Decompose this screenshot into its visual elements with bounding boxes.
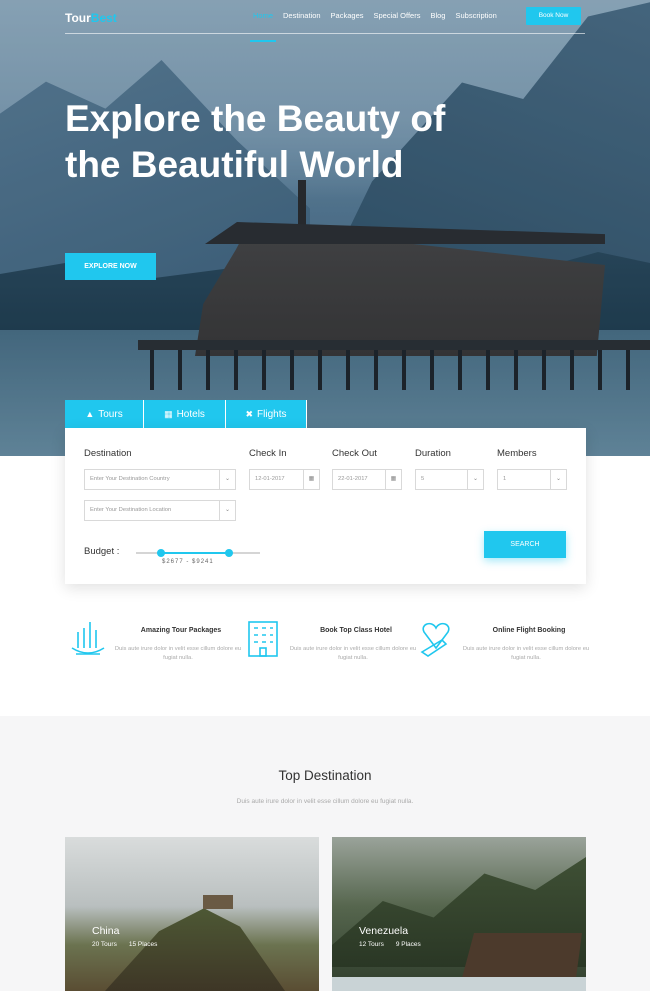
destination-tours: 20 Tours <box>92 941 117 948</box>
feature-title: Book Top Class Hotel <box>320 627 392 634</box>
site-logo[interactable]: TourBest <box>65 11 117 25</box>
budget-slider[interactable] <box>136 549 260 557</box>
members-select[interactable]: 1 ⌄ <box>497 469 567 490</box>
feature-title: Amazing Tour Packages <box>140 627 222 634</box>
destination-meta: 20 Tours 15 Places <box>92 941 169 948</box>
menu-item-destination[interactable]: Destination <box>278 6 326 34</box>
tab-flights-label: Flights <box>257 408 287 420</box>
destination-location-select[interactable]: Enter Your Destination Location ⌄ <box>84 500 236 521</box>
tab-hotels[interactable]: ▦ Hotels <box>144 400 226 428</box>
explore-now-button[interactable]: EXPLORE NOW <box>65 253 156 280</box>
feature-description: Duis aute irure dolor in velit esse cill… <box>289 646 417 661</box>
checkout-date-field[interactable]: 22-01-2017 ▦ <box>332 469 402 490</box>
menu-item-subscription[interactable]: Subscription <box>450 6 501 34</box>
duration-select[interactable]: 5 ⌄ <box>415 469 484 490</box>
top-destination-section: Top Destination Duis aute irure dolor in… <box>0 716 650 991</box>
tree-icon: ▲ <box>85 409 95 419</box>
destination-country-placeholder: Enter Your Destination Country <box>90 476 170 482</box>
menu-item-home[interactable]: Home <box>248 6 278 42</box>
calendar-icon: ▦ <box>385 470 401 489</box>
destination-meta: 12 Tours 9 Places <box>359 941 433 948</box>
card-image-fort <box>203 895 233 909</box>
feature-title: Online Flight Booking <box>492 627 566 634</box>
duration-value: 5 <box>421 476 425 482</box>
duration-label: Duration <box>415 448 451 459</box>
hotel-icon <box>248 621 278 657</box>
feature-flight-booking: Online Flight Booking Duis aute irure do… <box>416 618 596 668</box>
destination-card-venezuela[interactable]: Venezuela 12 Tours 9 Places <box>332 837 586 991</box>
destination-places: 15 Places <box>128 941 158 948</box>
building-icon: ▦ <box>164 408 173 419</box>
menu-item-packages[interactable]: Packages <box>326 6 369 34</box>
destination-places: 9 Places <box>395 941 421 948</box>
top-navigation: TourBest Home Destination Packages Speci… <box>65 6 585 42</box>
tour-package-icon <box>71 622 105 655</box>
logo-text-main: Tour <box>65 11 91 25</box>
members-label: Members <box>497 448 537 459</box>
feature-hotel: Book Top Class Hotel Duis aute irure dol… <box>243 618 423 668</box>
feature-tour-packages: Amazing Tour Packages Duis aute irure do… <box>68 618 248 668</box>
card-image-table <box>462 933 582 978</box>
tab-tours-label: Tours <box>98 408 123 420</box>
chevron-down-icon: ⌄ <box>550 470 566 489</box>
search-panel: Destination Enter Your Destination Count… <box>65 428 586 584</box>
feature-description: Duis aute irure dolor in velit esse cill… <box>114 646 242 661</box>
checkin-date-field[interactable]: 12-01-2017 ▦ <box>249 469 320 490</box>
budget-slider-max-handle[interactable] <box>225 549 233 557</box>
chevron-down-icon: ⌄ <box>219 501 235 520</box>
checkout-label: Check Out <box>332 448 377 459</box>
plane-icon: ✖ <box>245 408 254 419</box>
section-title: Top Destination <box>278 768 372 783</box>
budget-slider-fill <box>160 552 229 554</box>
chevron-down-icon: ⌄ <box>467 470 483 489</box>
flight-booking-icon <box>420 622 450 657</box>
logo-text-accent: Best <box>90 11 117 25</box>
destination-label: Destination <box>84 448 132 459</box>
destination-tours: 12 Tours <box>359 941 384 948</box>
destination-name: China <box>92 925 120 937</box>
search-tabs: ▲ Tours ▦ Hotels ✖ Flights <box>65 400 307 428</box>
tab-flights[interactable]: ✖ Flights <box>226 400 307 428</box>
section-subtitle: Duis aute irure dolor in velit esse cill… <box>236 798 414 805</box>
checkin-label: Check In <box>249 448 287 459</box>
menu-item-blog[interactable]: Blog <box>425 6 450 34</box>
menu-item-special-offers[interactable]: Special Offers <box>368 6 425 34</box>
chevron-down-icon: ⌄ <box>219 470 235 489</box>
tab-tours[interactable]: ▲ Tours <box>65 400 144 428</box>
budget-slider-min-handle[interactable] <box>156 549 165 557</box>
book-now-button[interactable]: Book Now <box>526 7 581 25</box>
hero-title: Explore the Beauty of the Beautiful Worl… <box>65 98 446 185</box>
destination-name: Venezuela <box>359 925 409 937</box>
budget-label: Budget : <box>84 546 120 557</box>
checkout-date-value: 22-01-2017 <box>338 476 368 482</box>
budget-range-text: $2677 - $9241 <box>162 559 214 565</box>
tab-hotels-label: Hotels <box>176 408 205 420</box>
calendar-icon: ▦ <box>303 470 319 489</box>
hero-section: TourBest Home Destination Packages Speci… <box>0 0 650 456</box>
members-value: 1 <box>503 476 507 482</box>
hero-overlay <box>0 0 650 456</box>
search-button[interactable]: SEARCH <box>484 531 566 558</box>
destination-location-placeholder: Enter Your Destination Location <box>90 507 172 513</box>
checkin-date-value: 12-01-2017 <box>255 476 285 482</box>
destination-card-china[interactable]: China 20 Tours 15 Places <box>65 837 319 991</box>
card-image-lake <box>332 977 586 991</box>
destination-country-select[interactable]: Enter Your Destination Country ⌄ <box>84 469 236 490</box>
feature-description: Duis aute irure dolor in velit esse cill… <box>462 646 590 661</box>
main-menu: Home Destination Packages Special Offers… <box>248 6 502 42</box>
